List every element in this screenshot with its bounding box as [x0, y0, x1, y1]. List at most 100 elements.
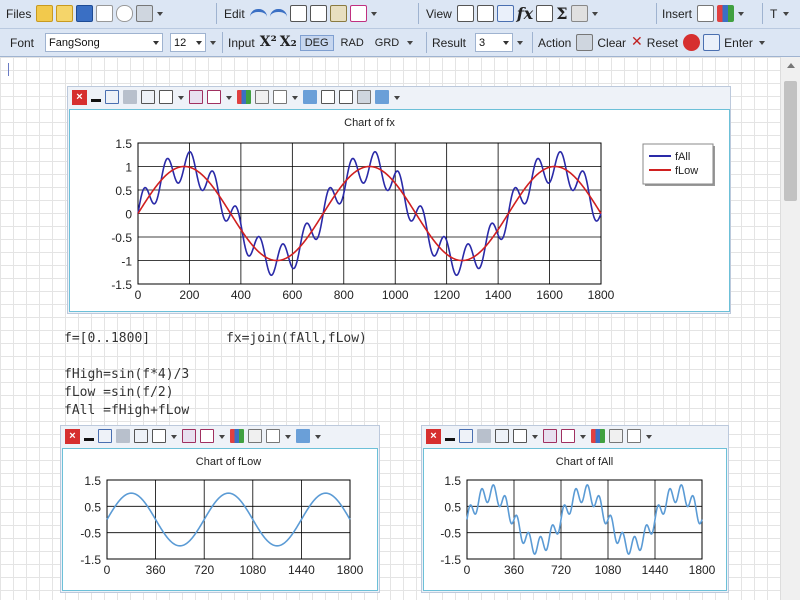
code-line-low[interactable]: fLow =sin(f/2): [64, 385, 174, 400]
superscript-button[interactable]: X²: [260, 34, 277, 51]
table-icon[interactable]: [536, 5, 554, 22]
result-overflow-icon[interactable]: [516, 34, 524, 51]
t-menu[interactable]: T: [768, 7, 779, 21]
minimize-icon[interactable]: [84, 430, 94, 442]
edit-menu[interactable]: Edit: [222, 7, 247, 21]
files-overflow-icon[interactable]: [156, 5, 164, 22]
bar-chart-icon[interactable]: [230, 429, 244, 443]
open-arrow-icon[interactable]: [36, 5, 54, 22]
settings-icon[interactable]: [375, 90, 389, 104]
code-line-join[interactable]: fx=join(fAll,fLow): [226, 331, 367, 346]
export-icon[interactable]: [207, 90, 221, 104]
scroll-thumb[interactable]: [784, 81, 797, 201]
stop-icon[interactable]: [683, 34, 701, 51]
chevron-down-icon[interactable]: [177, 89, 185, 106]
mode-rad-button[interactable]: RAD: [337, 36, 368, 50]
minimize-icon[interactable]: [91, 91, 101, 103]
frame-icon[interactable]: [152, 429, 166, 443]
bar-chart-icon[interactable]: [237, 90, 251, 104]
axis-icon[interactable]: [296, 429, 310, 443]
close-icon[interactable]: ×: [65, 428, 80, 444]
function-icon[interactable]: fx: [517, 5, 533, 22]
new-page-icon[interactable]: [96, 5, 114, 22]
restore-icon[interactable]: [105, 90, 119, 104]
action-overflow-icon[interactable]: [758, 34, 766, 51]
frame-icon[interactable]: [513, 429, 527, 443]
sum-icon[interactable]: Σ: [556, 5, 567, 22]
export-icon[interactable]: [561, 429, 575, 443]
edit-icon[interactable]: [357, 90, 371, 104]
redo-icon[interactable]: [269, 8, 287, 19]
print-icon[interactable]: [477, 429, 491, 443]
t-overflow-icon[interactable]: [782, 5, 790, 22]
minimize-icon[interactable]: [445, 430, 455, 442]
folder-icon[interactable]: [56, 5, 74, 22]
chevron-down-icon[interactable]: [579, 428, 587, 445]
input-overflow-icon[interactable]: [406, 34, 414, 51]
format-icon[interactable]: [189, 90, 203, 104]
frame-icon[interactable]: [159, 90, 173, 104]
copy-icon[interactable]: [134, 429, 148, 443]
paste-icon[interactable]: [329, 5, 347, 22]
restore-icon[interactable]: [98, 429, 112, 443]
chevron-down-icon[interactable]: [531, 428, 539, 445]
window-icon[interactable]: [496, 5, 514, 22]
code-line-range[interactable]: f=[0..1800]: [64, 331, 150, 346]
insert-overflow-icon[interactable]: [737, 5, 745, 22]
format-icon[interactable]: [543, 429, 557, 443]
view-menu[interactable]: View: [424, 7, 454, 21]
code-line-high[interactable]: fHigh=sin(f*4)/3: [64, 367, 189, 382]
grid-view-icon[interactable]: [456, 5, 474, 22]
scroll-up-icon[interactable]: [787, 63, 795, 68]
picture-icon[interactable]: [255, 90, 269, 104]
format-icon[interactable]: [182, 429, 196, 443]
chevron-down-icon[interactable]: [170, 428, 178, 445]
code-line-all[interactable]: fAll =fHigh+fLow: [64, 403, 189, 418]
print-icon[interactable]: [116, 429, 130, 443]
axis-icon[interactable]: [303, 90, 317, 104]
edit-overflow-icon[interactable]: [370, 5, 378, 22]
chevron-down-icon[interactable]: [218, 428, 226, 445]
export-icon[interactable]: [200, 429, 214, 443]
cut-icon[interactable]: [289, 5, 307, 22]
subscript-button[interactable]: X₂: [280, 34, 297, 51]
print-icon[interactable]: [123, 90, 137, 104]
text-box-icon[interactable]: [697, 5, 715, 22]
enter-button[interactable]: Enter: [703, 34, 755, 51]
chevron-down-icon[interactable]: [645, 428, 653, 445]
clear-button[interactable]: Clear: [576, 34, 628, 51]
mode-grd-button[interactable]: GRD: [371, 36, 403, 50]
reset-button[interactable]: ✕ Reset: [631, 34, 680, 51]
undo-icon[interactable]: [249, 8, 267, 19]
font-select[interactable]: FangSong: [45, 33, 164, 52]
erase-icon[interactable]: [349, 5, 367, 22]
files-menu[interactable]: Files: [4, 7, 33, 21]
chevron-down-icon[interactable]: [393, 89, 401, 106]
column-view-icon[interactable]: [476, 5, 494, 22]
picture-icon[interactable]: [248, 429, 262, 443]
list-icon[interactable]: [339, 90, 353, 104]
vertical-scrollbar[interactable]: [780, 57, 800, 600]
print-icon[interactable]: [136, 5, 154, 22]
copy-icon[interactable]: [495, 429, 509, 443]
close-icon[interactable]: ×: [426, 428, 441, 444]
search-icon[interactable]: [116, 5, 134, 22]
bar-chart-icon[interactable]: [717, 5, 735, 22]
table-icon[interactable]: [627, 429, 641, 443]
font-overflow-icon[interactable]: [209, 34, 217, 51]
chevron-down-icon[interactable]: [225, 89, 233, 106]
insert-menu[interactable]: Insert: [660, 7, 694, 21]
picture-icon[interactable]: [609, 429, 623, 443]
table-icon[interactable]: [273, 90, 287, 104]
grid-icon[interactable]: [321, 90, 335, 104]
copy-icon[interactable]: [309, 5, 327, 22]
font-size-select[interactable]: 12: [170, 33, 207, 52]
keyboard-icon[interactable]: [570, 5, 588, 22]
table-icon[interactable]: [266, 429, 280, 443]
result-select[interactable]: 3: [475, 33, 514, 52]
bar-chart-icon[interactable]: [591, 429, 605, 443]
restore-icon[interactable]: [459, 429, 473, 443]
save-icon[interactable]: [76, 5, 94, 22]
view-overflow-icon[interactable]: [591, 5, 599, 22]
chevron-down-icon[interactable]: [291, 89, 299, 106]
